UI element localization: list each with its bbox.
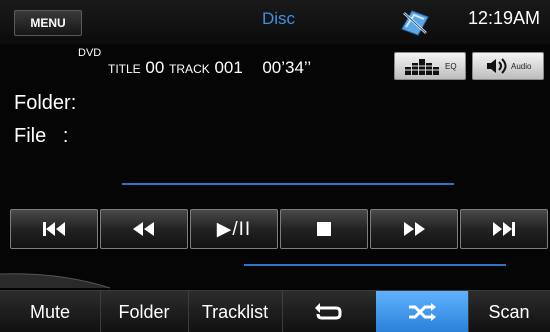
title-label: TITLE <box>108 62 141 76</box>
repeat-icon <box>315 303 342 320</box>
audio-button[interactable]: Audio <box>472 52 544 80</box>
title-value: 00 <box>145 58 165 77</box>
clock: 12:19AM <box>468 8 541 28</box>
equalizer-icon <box>405 59 439 75</box>
speaker-icon <box>487 58 507 74</box>
secondary-line <box>244 264 506 266</box>
play-pause-button[interactable]: ▶/II <box>190 209 278 249</box>
play-pause-label: ▶/II <box>216 218 252 240</box>
fast-forward-icon <box>404 222 425 236</box>
next-track-button[interactable] <box>460 209 548 249</box>
disc-type-label: DVD <box>78 47 102 59</box>
mute-button[interactable]: Mute <box>0 291 101 332</box>
shuffle-icon <box>409 303 436 321</box>
source-title: Disc <box>262 9 296 28</box>
audio-label: Audio <box>511 62 532 71</box>
satellite-nav-icon[interactable] <box>398 7 432 37</box>
progress-line <box>122 183 454 185</box>
folder-button[interactable]: Folder <box>100 291 189 332</box>
eq-button[interactable]: EQ <box>394 52 466 80</box>
rewind-button[interactable] <box>100 209 188 249</box>
folder-label: Folder: <box>14 92 77 114</box>
skip-previous-icon <box>43 222 65 236</box>
stop-button[interactable] <box>280 209 368 249</box>
disc-player-screen: MENU Disc 12:19AM DVD TITLE 00 TRACK 001… <box>0 0 550 332</box>
menu-button[interactable]: MENU <box>14 10 82 36</box>
track-label: TRACK <box>169 62 210 76</box>
playback-info: TITLE 00 TRACK 001 00’34’’ <box>108 58 311 78</box>
file-label: File : <box>14 125 69 147</box>
decorative-curve <box>0 273 111 289</box>
repeat-button[interactable] <box>282 291 377 332</box>
elapsed-time: 00’34’’ <box>262 58 312 77</box>
eq-label: EQ <box>445 62 457 71</box>
stop-icon <box>317 222 331 236</box>
track-value: 001 <box>214 58 243 77</box>
skip-next-icon <box>493 222 515 236</box>
top-bar: MENU Disc 12:19AM <box>0 0 550 44</box>
rewind-icon <box>133 222 154 236</box>
previous-track-button[interactable] <box>10 209 98 249</box>
transport-controls: ▶/II <box>10 209 548 249</box>
tracklist-button[interactable]: Tracklist <box>188 291 283 332</box>
bottom-bar: Mute Folder Tracklist Scan <box>0 290 550 332</box>
fast-forward-button[interactable] <box>370 209 458 249</box>
scan-button[interactable]: Scan <box>468 291 550 332</box>
shuffle-button[interactable] <box>376 291 469 332</box>
